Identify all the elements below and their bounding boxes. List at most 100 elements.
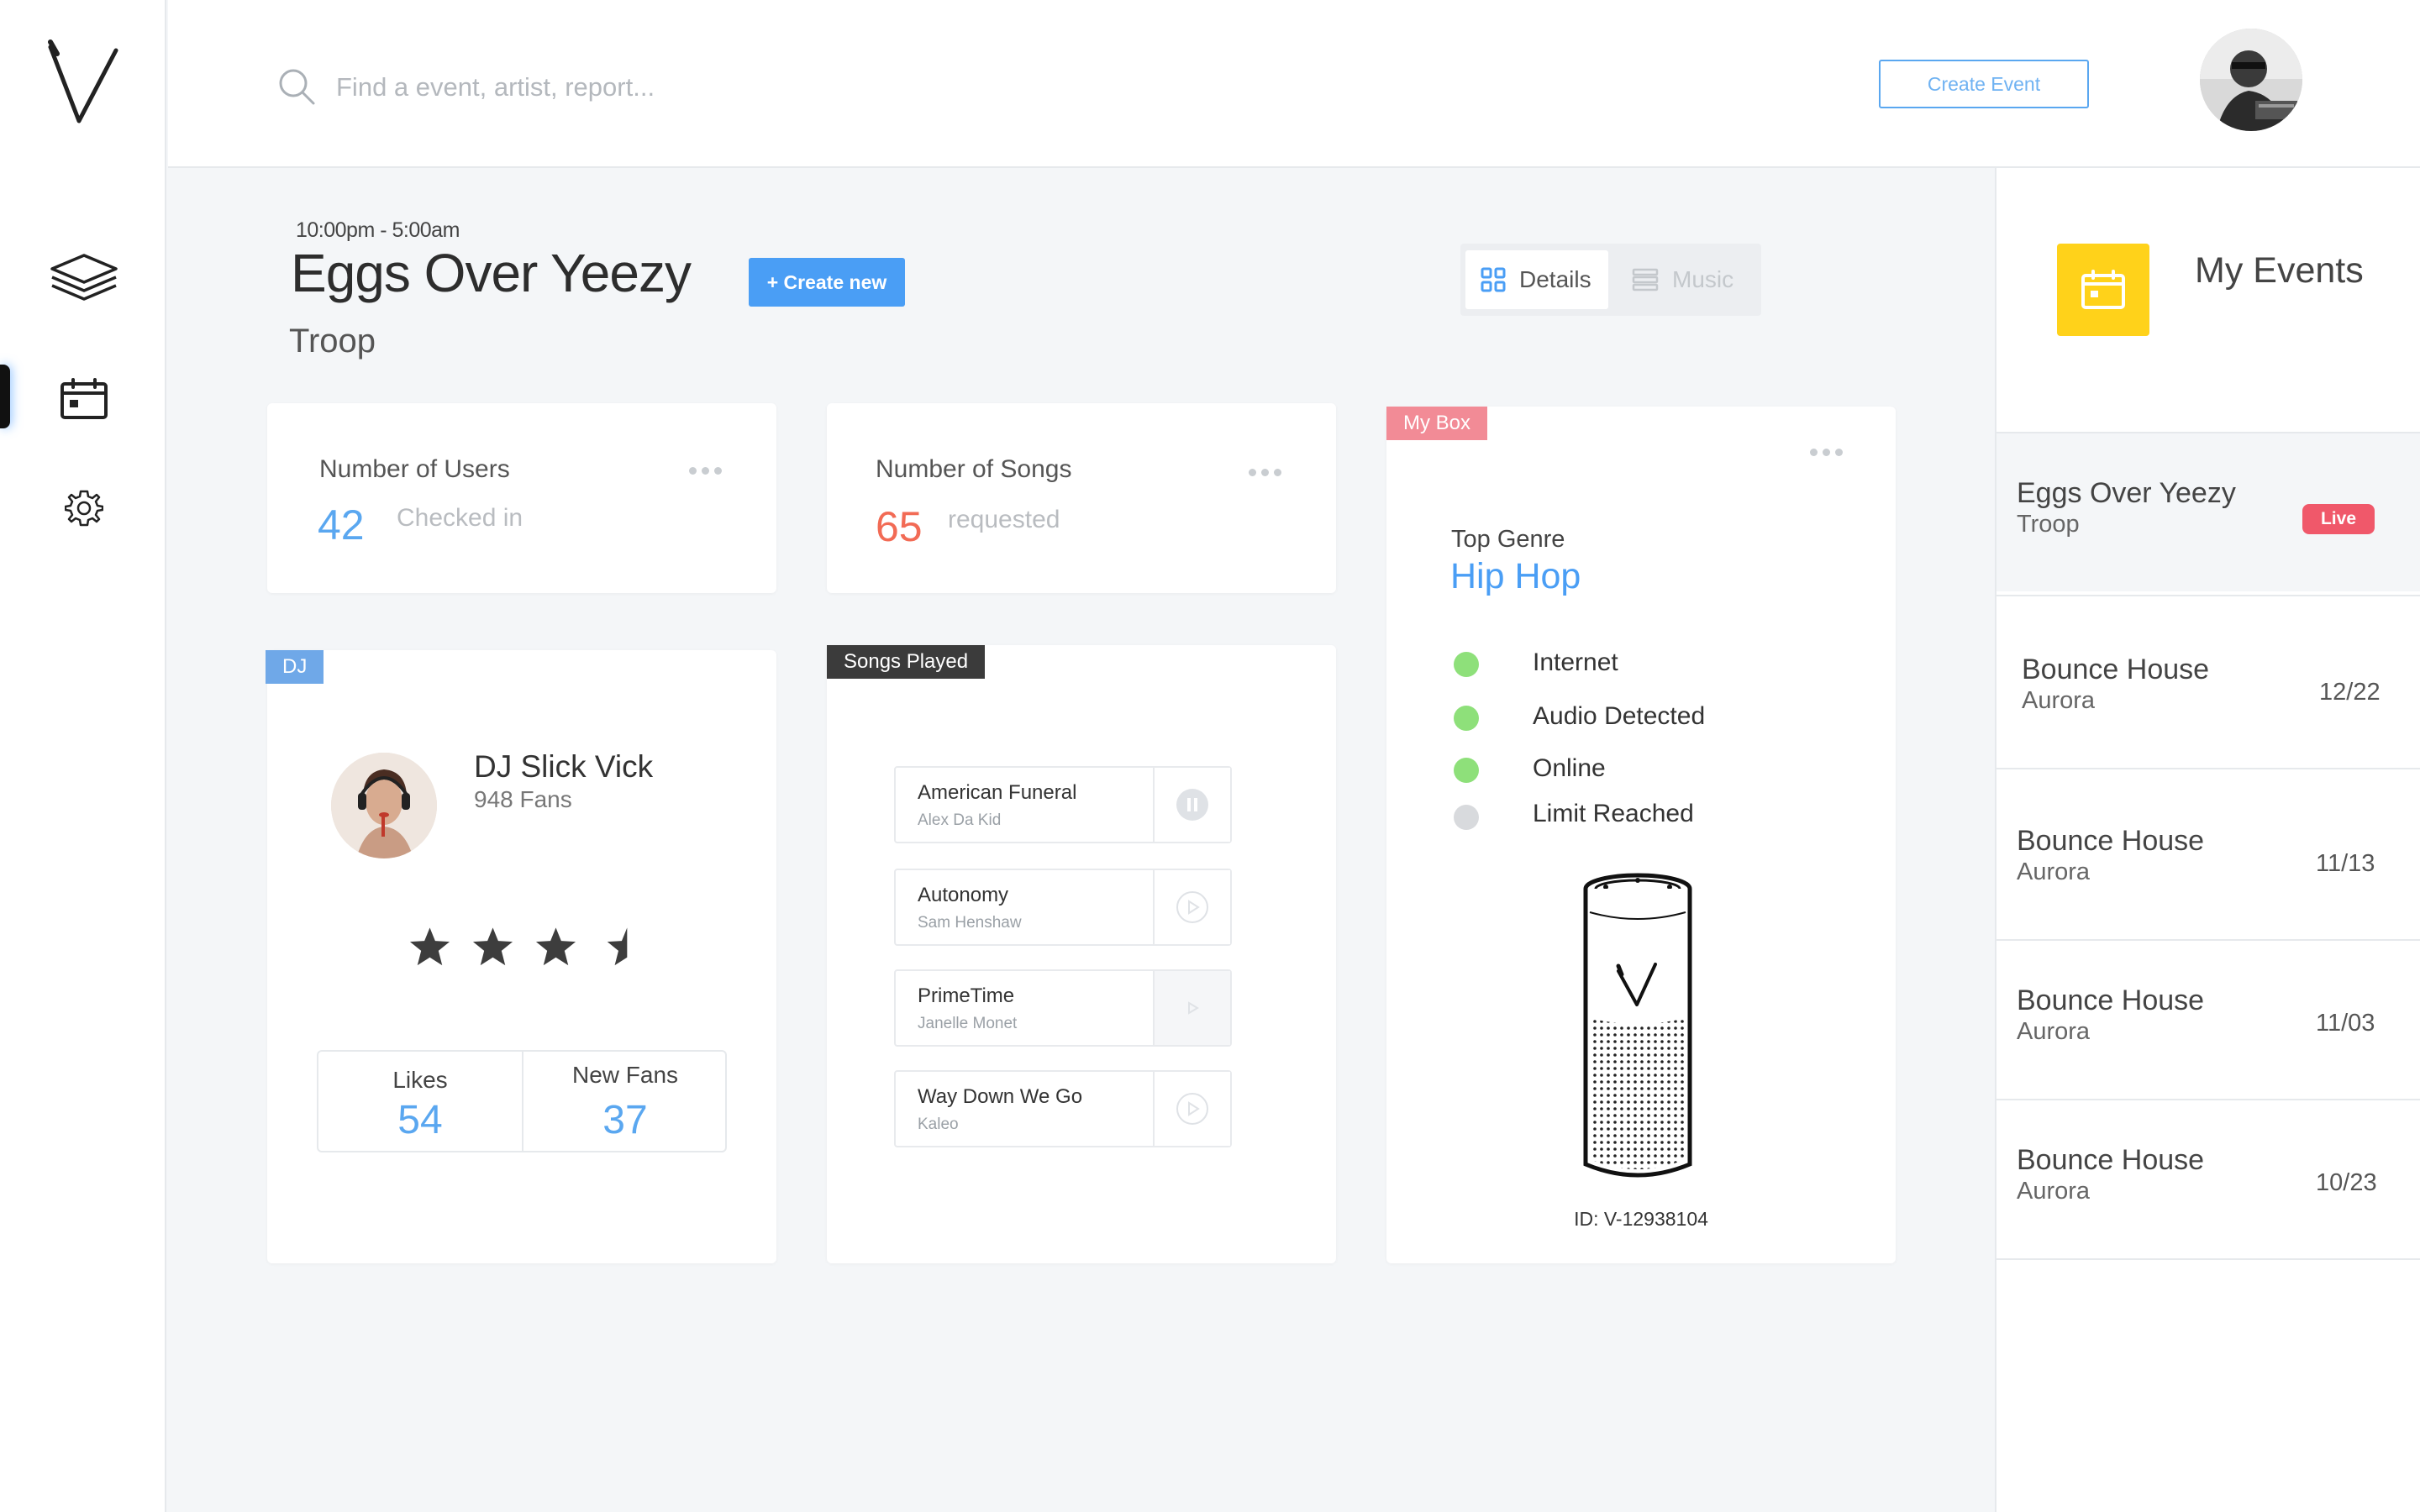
- nav-active-indicator: [0, 365, 10, 428]
- gear-icon: [65, 490, 103, 527]
- event-item-venue: Troop: [2017, 511, 2080, 538]
- star-full-icon: [535, 927, 576, 966]
- my-box-tag: My Box: [1386, 407, 1488, 440]
- event-item-date: 11/03: [2316, 1010, 2375, 1037]
- status-label: Online: [1533, 754, 1606, 782]
- play-circle-icon: [1176, 891, 1208, 923]
- dj-avatar-image: [331, 753, 437, 858]
- star-half-icon: [607, 927, 628, 966]
- users-count: 42: [318, 501, 365, 549]
- dj-name: DJ Slick Vick: [474, 749, 654, 784]
- nav-layers[interactable]: [46, 249, 122, 307]
- song-artist: Alex Da Kid: [918, 811, 1002, 829]
- users-count-sub: Checked in: [397, 504, 523, 532]
- dj-avatar[interactable]: [331, 753, 437, 858]
- dj-metrics: Likes 54 New Fans 37: [317, 1050, 727, 1152]
- song-play-button[interactable]: [1153, 971, 1230, 1045]
- status-dot-internet: [1454, 652, 1479, 677]
- sidebar: [0, 0, 166, 1512]
- songs-card: [827, 403, 1336, 593]
- songs-played-tag: Songs Played: [827, 645, 986, 679]
- tab-music[interactable]: Music: [1617, 250, 1758, 309]
- layers-icon: [50, 254, 118, 301]
- songs-count-sub: requested: [948, 506, 1060, 533]
- users-card: [267, 403, 776, 593]
- tab-music-label: Music: [1672, 266, 1734, 292]
- song-title: Autonomy: [918, 884, 1009, 906]
- event-list-item[interactable]: Eggs Over Yeezy Troop Live: [1996, 432, 2420, 591]
- song-row[interactable]: Autonomy Sam Henshaw: [894, 869, 1232, 946]
- song-row[interactable]: PrimeTime Janelle Monet: [894, 969, 1232, 1047]
- nav-settings[interactable]: [46, 479, 122, 538]
- star-full-icon: [472, 927, 513, 966]
- my-events-title: My Events: [2195, 250, 2364, 291]
- event-item-venue: Aurora: [2017, 1178, 2091, 1205]
- event-list-item[interactable]: Bounce House Aurora 12/22: [1996, 595, 2420, 766]
- tab-details-label: Details: [1519, 266, 1591, 292]
- status-label: Audio Detected: [1533, 702, 1706, 730]
- status-label: Limit Reached: [1533, 800, 1694, 827]
- new-fans-label: New Fans: [571, 1062, 679, 1088]
- songs-count: 65: [876, 503, 923, 550]
- event-list-item[interactable]: Bounce House Aurora 11/13: [1996, 768, 2420, 939]
- dj-rating: [407, 924, 642, 974]
- calendar-icon: [60, 378, 108, 419]
- my-box-more-button[interactable]: [1810, 449, 1843, 456]
- star-full-icon: [409, 927, 450, 966]
- calendar-icon: [2081, 270, 2125, 309]
- songs-played-card: [827, 645, 1336, 1263]
- status-dot-online: [1454, 758, 1479, 783]
- top-genre-label: Top Genre: [1451, 526, 1565, 553]
- users-card-more-button[interactable]: [689, 467, 722, 475]
- event-item-venue: Aurora: [2017, 858, 2091, 885]
- top-genre-value: Hip Hop: [1450, 556, 1581, 596]
- event-item-venue: Aurora: [2017, 1018, 2091, 1045]
- event-item-date: 11/13: [2316, 850, 2375, 877]
- event-item-name: Bounce House: [2022, 654, 2210, 685]
- event-list-item[interactable]: Bounce House Aurora 10/23: [1996, 1099, 2420, 1258]
- song-artist: Janelle Monet: [918, 1015, 1018, 1032]
- song-title: Way Down We Go: [918, 1085, 1083, 1108]
- user-avatar[interactable]: [2200, 29, 2302, 131]
- song-artist: Sam Henshaw: [918, 914, 1022, 932]
- event-item-name: Bounce House: [2017, 1144, 2205, 1176]
- song-play-button[interactable]: [1153, 870, 1230, 944]
- song-play-button[interactable]: [1153, 1072, 1230, 1146]
- event-item-date: 10/23: [2316, 1169, 2377, 1196]
- app-logo[interactable]: [44, 39, 121, 126]
- status-dot-limit: [1454, 805, 1479, 830]
- event-venue: Troop: [289, 323, 376, 360]
- search-icon: [279, 69, 315, 105]
- users-card-label: Number of Users: [319, 455, 510, 483]
- pause-icon: [1176, 789, 1208, 821]
- status-dot-audio: [1454, 706, 1479, 731]
- tab-details[interactable]: Details: [1465, 250, 1608, 309]
- song-row[interactable]: American Funeral Alex Da Kid: [894, 766, 1232, 843]
- song-title: PrimeTime: [918, 984, 1015, 1007]
- event-list-item[interactable]: Bounce House Aurora 11/03: [1996, 939, 2420, 1099]
- song-title: American Funeral: [918, 781, 1077, 804]
- search-input[interactable]: [336, 64, 1092, 111]
- new-fans-value: 37: [602, 1098, 648, 1142]
- event-item-name: Eggs Over Yeezy: [2017, 477, 2236, 509]
- dj-tag: DJ: [266, 650, 324, 684]
- dj-fans: 948 Fans: [474, 786, 572, 812]
- grid-icon: [1481, 267, 1506, 292]
- play-circle-icon: [1176, 1093, 1208, 1125]
- create-event-button[interactable]: Create Event: [1879, 60, 2089, 108]
- song-row[interactable]: Way Down We Go Kaleo: [894, 1070, 1232, 1147]
- songs-card-more-button[interactable]: [1249, 469, 1281, 476]
- event-time-range: 10:00pm - 5:00am: [296, 218, 460, 242]
- my-events-calendar-tile: [2057, 244, 2149, 336]
- song-pause-button[interactable]: [1153, 768, 1230, 842]
- status-label: Internet: [1533, 648, 1618, 676]
- event-title: Eggs Over Yeezy: [291, 243, 692, 303]
- nav-calendar[interactable]: [46, 370, 122, 428]
- event-list-divider: [1996, 1258, 2420, 1260]
- speaker-device-illustration: [1583, 873, 1692, 1178]
- user-avatar-image: [2200, 29, 2302, 131]
- event-item-name: Bounce House: [2017, 825, 2205, 857]
- create-new-button[interactable]: + Create new: [749, 258, 905, 307]
- event-item-venue: Aurora: [2022, 687, 2096, 714]
- songs-card-label: Number of Songs: [876, 455, 1072, 483]
